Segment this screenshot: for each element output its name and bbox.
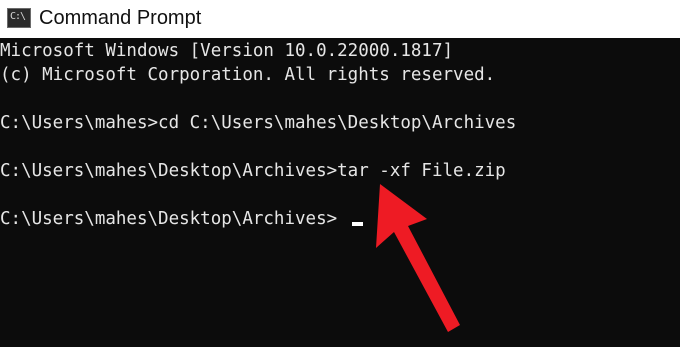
console-line-cd-command: C:\Users\mahes>cd C:\Users\mahes\Desktop… [0, 113, 517, 133]
window-title: Command Prompt [39, 7, 202, 29]
console-line-version: Microsoft Windows [Version 10.0.22000.18… [0, 41, 454, 61]
command-prompt-icon: C:\ [7, 8, 31, 28]
console-line-tar-command: C:\Users\mahes\Desktop\Archives>tar -xf … [0, 161, 506, 181]
title-bar: C:\ Command Prompt [0, 0, 680, 38]
console-line-prompt: C:\Users\mahes\Desktop\Archives> [0, 209, 338, 229]
console-line-copyright: (c) Microsoft Corporation. All rights re… [0, 65, 496, 85]
text-cursor [352, 222, 363, 226]
